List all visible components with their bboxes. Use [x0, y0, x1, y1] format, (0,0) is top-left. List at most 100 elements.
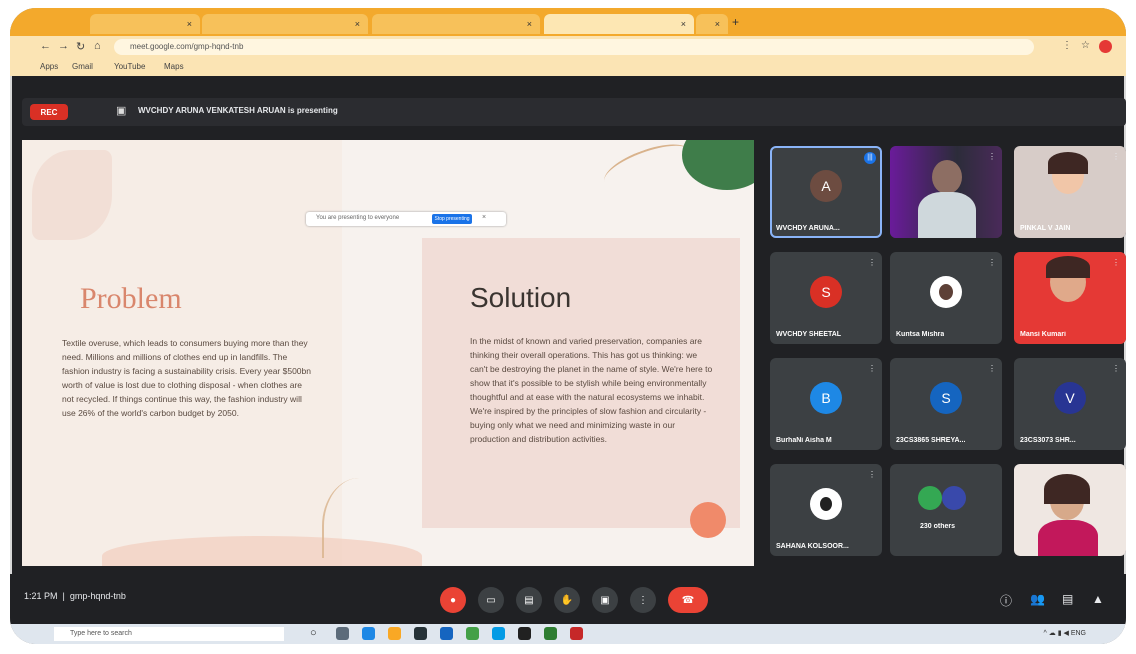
participant-name: 23CS3865 SHREYA... [896, 437, 966, 444]
app-icon[interactable] [492, 627, 505, 640]
participant-tile[interactable]: ⋮ Kuntsa Mishra [890, 252, 1002, 344]
task-view-icon[interactable] [336, 627, 349, 640]
captions-button[interactable]: ▤ [516, 587, 542, 613]
participant-tile[interactable] [1014, 464, 1126, 556]
bookmark-item[interactable]: Apps [40, 62, 58, 71]
participant-tile[interactable]: V ⋮ 23CS3073 SHR... [1014, 358, 1126, 450]
app-icon[interactable] [544, 627, 557, 640]
participant-name: PINKAL V JAIN [1020, 225, 1071, 232]
participant-face [932, 160, 962, 194]
decorative-flower [32, 150, 112, 240]
close-icon[interactable]: × [482, 214, 486, 221]
solution-title: Solution [470, 282, 572, 313]
avatar [930, 276, 962, 308]
browser-tab[interactable]: × [202, 14, 368, 34]
raise-hand-button[interactable]: ✋ [554, 587, 580, 613]
mail-icon[interactable] [440, 627, 453, 640]
mic-icon: ⋮ [868, 258, 876, 267]
system-tray[interactable]: ^ ☁ ▮ ◀ ENG [1044, 629, 1086, 637]
cortana-icon[interactable]: ○ [310, 627, 323, 640]
mic-icon: ⋮ [1112, 364, 1120, 373]
windows-taskbar: Type here to search ○ ^ ☁ ▮ ◀ ENG [10, 624, 1126, 644]
participant-hair [1046, 256, 1090, 278]
participant-tile[interactable]: S ⋮ WVCHDY SHEETAL [770, 252, 882, 344]
close-icon[interactable]: × [715, 19, 720, 29]
participant-tile[interactable]: A ||| WVCHDY ARUNA... [770, 146, 882, 238]
browser-tab[interactable]: × [372, 14, 540, 34]
forward-icon[interactable]: → [58, 40, 69, 52]
file-explorer-icon[interactable] [388, 627, 401, 640]
browser-tab[interactable]: × [90, 14, 200, 34]
camera-icon: ▭ [486, 594, 496, 606]
close-icon[interactable]: × [527, 19, 532, 29]
mic-icon: ⋮ [868, 470, 876, 479]
meeting-code: gmp-hqnd-tnb [69, 591, 126, 601]
avatar: S [930, 382, 962, 414]
mic-icon: ⋮ [1112, 258, 1120, 267]
meeting-time: 1:21 PM | gmp-hqnd-tnb [24, 591, 126, 601]
chat-icon[interactable]: ▤ [1062, 592, 1073, 606]
close-icon[interactable]: × [187, 19, 192, 29]
star-icon[interactable]: ☆ [1081, 40, 1090, 51]
participant-name: SAHANA KOLSOOR... [776, 543, 849, 550]
bookmark-item[interactable]: YouTube [114, 62, 145, 71]
mic-icon: ⋮ [1112, 152, 1120, 161]
close-icon[interactable]: × [681, 19, 686, 29]
extensions-icon[interactable]: ⋮ [1062, 40, 1072, 51]
participant-tile[interactable]: ⋮ SAHANA KOLSOOR... [770, 464, 882, 556]
info-icon[interactable]: ⓘ [1000, 592, 1012, 609]
participant-tile[interactable]: S ⋮ 23CS3865 SHREYA... [890, 358, 1002, 450]
participant-hair [1044, 474, 1090, 504]
edge-icon[interactable] [362, 627, 375, 640]
activities-icon[interactable]: ▲ [1092, 592, 1104, 606]
app-icon[interactable] [518, 627, 531, 640]
close-icon[interactable]: × [355, 19, 360, 29]
browser-tab[interactable]: × [696, 14, 728, 34]
reload-icon[interactable]: ↻ [76, 40, 85, 53]
address-bar[interactable]: meet.google.com/gmp-hqnd-tnb [114, 39, 1034, 55]
participant-tile[interactable]: ⋮ Mansi Kumari [1014, 252, 1126, 344]
decorative-leaf [599, 140, 695, 197]
mic-icon: ⋮ [988, 364, 996, 373]
mic-icon: ⋮ [988, 258, 996, 267]
back-icon[interactable]: ← [40, 40, 51, 52]
browser-tab-active[interactable]: × [544, 14, 694, 34]
more-options-button[interactable]: ⋮ [630, 587, 656, 613]
present-button[interactable]: ▣ [592, 587, 618, 613]
recording-badge: REC [30, 104, 68, 120]
participant-hair [1048, 152, 1088, 174]
others-tile[interactable]: 230 others [890, 464, 1002, 556]
home-icon[interactable]: ⌂ [94, 40, 101, 52]
store-icon[interactable] [414, 627, 427, 640]
camera-toggle-button[interactable]: ▭ [478, 587, 504, 613]
profile-avatar[interactable] [1099, 40, 1112, 53]
bookmark-item[interactable]: Gmail [72, 62, 93, 71]
mic-toggle-button[interactable]: ● [440, 587, 466, 613]
participant-body [918, 192, 976, 238]
leave-call-button[interactable]: ☎ [668, 587, 708, 613]
bookmarks-bar: Apps Gmail YouTube Maps [10, 58, 1126, 76]
solution-body: In the midst of known and varied preserv… [470, 336, 713, 444]
avatar: B [810, 382, 842, 414]
new-tab-icon[interactable]: + [732, 15, 739, 29]
mic-icon: ⋮ [988, 152, 996, 161]
chrome-icon[interactable] [466, 627, 479, 640]
avatar: A [810, 170, 842, 202]
app-icon[interactable] [570, 627, 583, 640]
stop-presenting-button[interactable]: Stop presenting [432, 214, 472, 224]
bookmark-item[interactable]: Maps [164, 62, 184, 71]
participant-name: 23CS3073 SHR... [1020, 437, 1076, 444]
presenting-control-bar: You are presenting to everyone Stop pres… [306, 212, 506, 226]
people-icon[interactable]: 👥 [1030, 592, 1045, 606]
participant-tile[interactable]: B ⋮ BurhaNi Aisha M [770, 358, 882, 450]
taskbar-search-input[interactable]: Type here to search [54, 627, 284, 641]
participant-body [1038, 520, 1098, 556]
avatar: V [1054, 382, 1086, 414]
problem-title: Problem [80, 282, 182, 315]
presenting-text: WVCHDY ARUNA VENKATESH ARUAN is presenti… [138, 106, 338, 115]
others-avatar [918, 486, 942, 510]
presenting-control-label: You are presenting to everyone [316, 215, 400, 221]
participant-name: WVCHDY SHEETAL [776, 331, 842, 338]
participant-tile[interactable]: ⋮ [890, 146, 1002, 238]
participant-tile[interactable]: ⋮ PINKAL V JAIN [1014, 146, 1126, 238]
